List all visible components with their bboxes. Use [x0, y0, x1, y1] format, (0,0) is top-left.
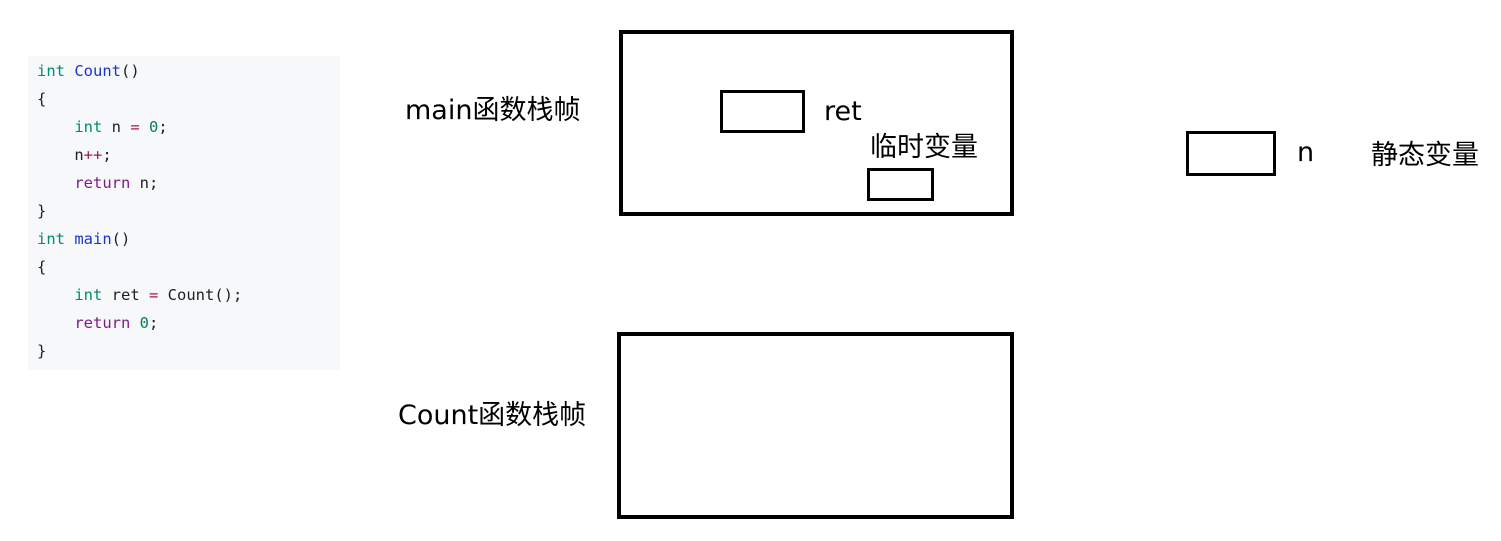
code-token: () [121, 62, 140, 80]
code-token: } [37, 202, 47, 220]
code-line: int Count() [37, 57, 140, 85]
code-line: int main() [37, 225, 130, 253]
code-token: ret [102, 286, 149, 304]
count-stack-frame-box [617, 332, 1014, 519]
code-token: int [37, 230, 65, 248]
temp-variable-box [867, 168, 934, 201]
code-token: 0 [139, 314, 150, 332]
code-token: main [74, 230, 112, 248]
code-token: ; [102, 146, 112, 164]
code-token: int [74, 286, 103, 304]
code-token: n; [130, 174, 159, 192]
code-token: { [37, 258, 47, 276]
static-variable-label: 静态变量 [1371, 140, 1479, 171]
code-token: ; [158, 118, 168, 136]
code-line: { [37, 85, 46, 113]
code-line: } [37, 197, 46, 225]
code-token: = [149, 286, 159, 304]
code-token: ++ [83, 146, 103, 164]
code-line: int n = 0; [37, 113, 168, 141]
code-token: = [130, 118, 140, 136]
code-line: } [37, 337, 46, 365]
code-line: int ret = Count(); [37, 281, 242, 309]
code-token: ; [149, 314, 159, 332]
code-token: } [37, 342, 47, 360]
main-stack-frame-box [619, 30, 1014, 216]
temp-variable-label: 临时变量 [870, 132, 978, 163]
ret-variable-box [720, 90, 805, 133]
code-token: return [74, 314, 131, 332]
code-token: () [111, 230, 131, 248]
code-token: Count(); [158, 286, 243, 304]
code-token: int [74, 118, 103, 136]
code-line: return n; [37, 169, 158, 197]
n-variable-box [1186, 131, 1276, 176]
count-frame-label: Count函数栈帧 [398, 400, 587, 431]
code-token: int [37, 62, 65, 80]
code-token: n [102, 118, 131, 136]
code-block: int Count() { int n = 0; n++; return n; … [28, 56, 340, 370]
code-line: n++; [37, 141, 112, 169]
main-frame-label: main函数栈帧 [405, 95, 581, 126]
code-token: { [37, 90, 47, 108]
code-token: n [37, 146, 84, 164]
code-line: { [37, 253, 46, 281]
code-line: return 0; [37, 309, 158, 337]
code-token: return [74, 174, 131, 192]
ret-label: ret [824, 96, 862, 127]
code-token: 0 [149, 118, 159, 136]
n-label: n [1297, 137, 1315, 168]
code-token: Count [74, 62, 122, 80]
